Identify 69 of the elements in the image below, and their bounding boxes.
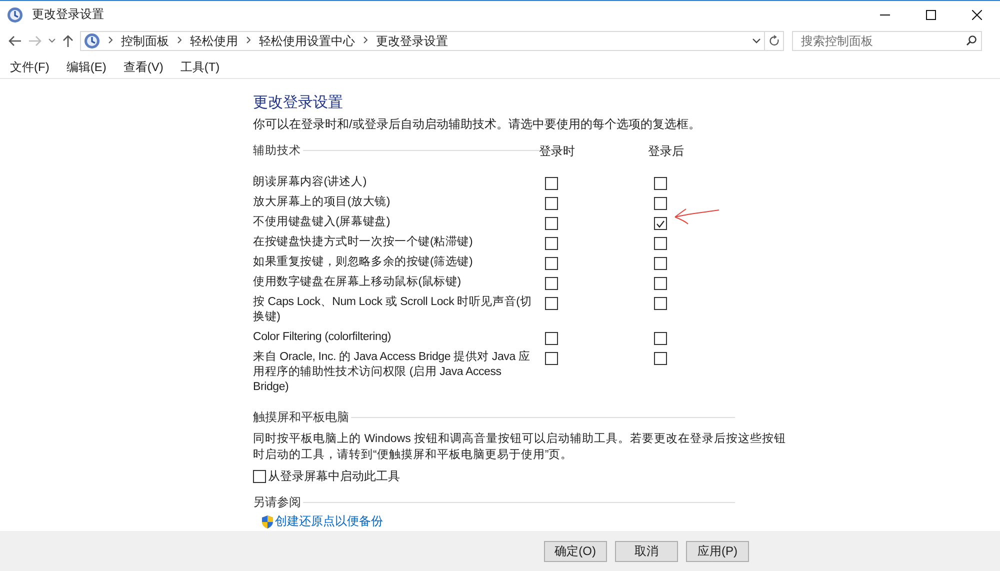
option-label: 放大屏幕上的项目(放大镜) (253, 195, 392, 210)
dialog-button[interactable]: 应用(P) (686, 540, 749, 562)
control-panel-icon (7, 6, 23, 22)
checkbox[interactable] (545, 177, 558, 190)
checkbox[interactable] (545, 297, 558, 310)
checkbox[interactable] (545, 257, 558, 270)
back-button[interactable] (8, 35, 22, 47)
address-bar[interactable]: 控制面板 轻松使用 轻松使用设置中心 更改登录设置 (80, 31, 765, 51)
annotation-arrow-drawing (672, 207, 720, 225)
close-icon (972, 10, 982, 20)
menu-item[interactable]: 查看(V) (118, 58, 168, 76)
option-label: 在按键盘快捷方式时一次按一个键(粘滞键) (253, 235, 474, 250)
checkbox[interactable] (654, 177, 667, 190)
recent-locations-button[interactable] (48, 38, 56, 44)
checkbox[interactable] (253, 470, 266, 483)
checkbox[interactable] (654, 197, 667, 210)
chevron-icon (363, 36, 368, 44)
breadcrumb-item[interactable]: 轻松使用 (190, 32, 238, 50)
breadcrumb-item[interactable]: 轻松使用设置中心 (259, 32, 355, 50)
breadcrumb-item[interactable]: 更改登录设置 (376, 32, 448, 50)
refresh-button[interactable] (764, 31, 784, 51)
column-header: 登录后 (648, 143, 684, 160)
menu-item[interactable]: 编辑(E) (61, 58, 112, 76)
menu-item[interactable]: 文件(F) (5, 58, 54, 76)
checkbox[interactable] (654, 237, 667, 250)
window-title: 更改登录设置 (32, 6, 104, 23)
checkbox[interactable] (654, 217, 667, 230)
option-label: 不使用键盘键入(屏幕键盘) (253, 215, 392, 230)
chevron-icon (246, 36, 251, 44)
section-heading: 触摸屏和平板电脑 (253, 409, 349, 426)
section-heading: 辅助技术 (253, 144, 301, 158)
option-label: 如果重复按键，则忽略多余的按键(筛选键) (253, 255, 474, 270)
dialog-button[interactable]: 确定(O) (544, 540, 607, 562)
checkbox[interactable] (654, 277, 667, 290)
checkbox[interactable] (654, 297, 667, 310)
chevron-down-icon (752, 38, 760, 44)
up-button[interactable] (62, 34, 74, 48)
checkbox[interactable] (654, 332, 667, 345)
info-text: 同时按平板电脑上的 Windows 按钮和调高音量按钮可以启动辅助工具。若要更改在登录后按这些按钮时启动的工具，请转到“便触摸屏和平板电脑更易于使用”页。 (253, 431, 788, 463)
search-icon (966, 35, 977, 46)
chevron-icon (108, 36, 113, 44)
checkbox[interactable] (545, 237, 558, 250)
dialog-button[interactable]: 取消 (615, 540, 678, 562)
checkbox[interactable] (654, 352, 667, 365)
option-label: 使用数字键盘在屏幕上移动鼠标(鼠标键) (253, 275, 462, 290)
shield-icon (261, 514, 274, 528)
checkbox[interactable] (545, 352, 558, 365)
breadcrumb-item[interactable]: 控制面板 (121, 32, 169, 50)
checkbox[interactable] (545, 217, 558, 230)
option-label: 从登录屏幕中启动此工具 (268, 468, 400, 485)
section-heading: 另请参阅 (253, 494, 301, 511)
column-header: 登录时 (539, 143, 575, 160)
option-label: Color Filtering (colorfiltering) (253, 330, 392, 345)
checkbox[interactable] (654, 257, 667, 270)
intro-text: 你可以在登录时和/或登录后自动启动辅助技术。请选中要使用的每个选项的复选框。 (253, 116, 702, 133)
link[interactable]: 创建还原点以便备份 (261, 513, 1000, 530)
menu-item[interactable]: 工具(T) (175, 58, 225, 76)
search-field[interactable]: 搜索控制面板 (792, 31, 982, 51)
checkbox[interactable] (545, 197, 558, 210)
option-label: 按 Caps Lock、Num Lock 或 Scroll Lock 时听见声音(切换键) (253, 295, 533, 325)
checkbox[interactable] (545, 332, 558, 345)
option-label: 朗读屏幕内容(讲述人) (253, 175, 368, 190)
control-panel-icon (84, 33, 100, 49)
chevron-icon (177, 36, 182, 44)
page-heading: 更改登录设置 (253, 93, 344, 112)
refresh-icon (768, 35, 780, 47)
option-label: 来自 Oracle, Inc. 的 Java Access Bridge 提供对 Java 应用程序的辅助性技术访问权限 (启用 Java Access Bridge) (253, 350, 532, 395)
maximize-icon (926, 10, 936, 20)
checkbox[interactable] (545, 277, 558, 290)
